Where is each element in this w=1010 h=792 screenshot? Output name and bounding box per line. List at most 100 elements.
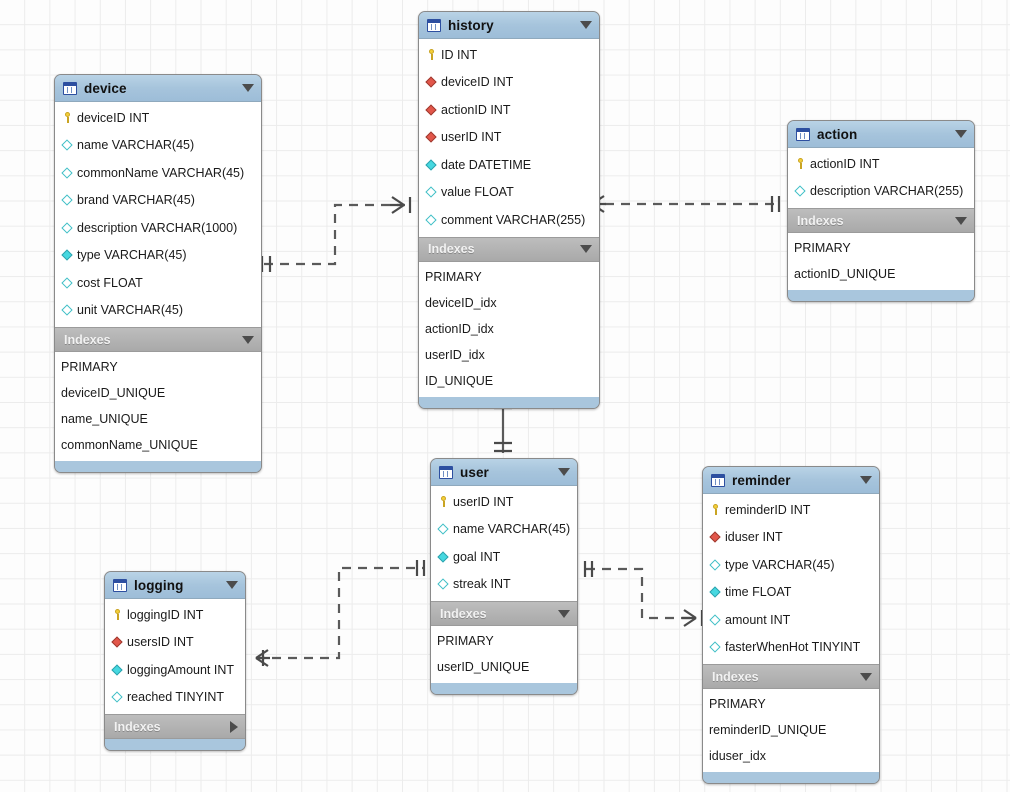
table-header-device[interactable]: device (55, 75, 261, 102)
chevron-down-icon[interactable] (955, 216, 967, 225)
table-history[interactable]: history ID INT deviceID INT actionID INT… (418, 11, 600, 409)
table-title: user (460, 464, 489, 480)
column-row[interactable]: value FLOAT (419, 179, 599, 207)
chevron-right-icon[interactable] (230, 720, 238, 733)
column-label: description VARCHAR(1000) (77, 220, 238, 235)
index-row[interactable]: deviceID_UNIQUE (55, 380, 261, 406)
column-row[interactable]: iduser INT (703, 524, 879, 552)
column-row[interactable]: userID INT (419, 124, 599, 152)
table-footer (55, 461, 261, 472)
column-row[interactable]: name VARCHAR(45) (431, 516, 577, 544)
column-label: deviceID INT (441, 75, 514, 90)
column-diamond-icon (61, 139, 74, 152)
column-row[interactable]: actionID INT (788, 150, 974, 178)
link-device-history (264, 203, 405, 266)
column-label: goal INT (453, 549, 501, 564)
column-row[interactable]: actionID INT (419, 96, 599, 124)
index-row[interactable]: PRIMARY (703, 691, 879, 717)
column-diamond-notnull-icon (709, 586, 722, 599)
index-row[interactable]: reminderID_UNIQUE (703, 717, 879, 743)
index-row[interactable]: ID_UNIQUE (419, 368, 599, 394)
chevron-down-icon[interactable] (242, 335, 254, 344)
column-row[interactable]: reminderID INT (703, 496, 879, 524)
table-title: action (817, 126, 858, 142)
column-row[interactable]: comment VARCHAR(255) (419, 206, 599, 234)
chevron-down-icon[interactable] (226, 581, 238, 589)
chevron-down-icon[interactable] (558, 468, 570, 476)
column-row[interactable]: deviceID INT (55, 104, 261, 132)
column-row[interactable]: type VARCHAR(45) (55, 242, 261, 270)
column-row[interactable]: fasterWhenHot TINYINT (703, 634, 879, 662)
index-row[interactable]: PRIMARY (55, 354, 261, 380)
chevron-down-icon[interactable] (860, 476, 872, 484)
column-row[interactable]: userID INT (431, 488, 577, 516)
column-row[interactable]: brand VARCHAR(45) (55, 187, 261, 215)
table-header-history[interactable]: history (419, 12, 599, 39)
column-diamond-notnull-icon (437, 550, 450, 563)
column-row[interactable]: loggingAmount INT (105, 656, 245, 684)
column-row[interactable]: time FLOAT (703, 579, 879, 607)
column-row[interactable]: ID INT (419, 41, 599, 69)
column-row[interactable]: reached TINYINT (105, 684, 245, 712)
indexes-header-history[interactable]: Indexes (419, 236, 599, 262)
index-list-reminder: PRIMARY reminderID_UNIQUE iduser_idx (703, 689, 879, 772)
column-row[interactable]: description VARCHAR(255) (788, 178, 974, 206)
column-label: actionID INT (441, 102, 511, 117)
column-label: amount INT (725, 612, 791, 627)
indexes-header-logging[interactable]: Indexes (105, 714, 245, 739)
chevron-down-icon[interactable] (558, 609, 570, 618)
table-title: reminder (732, 472, 791, 488)
index-row[interactable]: userID_idx (419, 342, 599, 368)
chevron-down-icon[interactable] (955, 130, 967, 138)
card-many-history-device (390, 196, 405, 214)
indexes-header-user[interactable]: Indexes (431, 601, 577, 626)
table-user[interactable]: user userID INT name VARCHAR(45) goal IN… (430, 458, 578, 695)
index-row[interactable]: actionID_idx (419, 316, 599, 342)
index-row[interactable]: PRIMARY (419, 264, 599, 290)
column-row[interactable]: usersID INT (105, 629, 245, 657)
column-row[interactable]: type VARCHAR(45) (703, 551, 879, 579)
column-row[interactable]: date DATETIME (419, 151, 599, 179)
index-row[interactable]: deviceID_idx (419, 290, 599, 316)
column-row[interactable]: goal INT (431, 543, 577, 571)
chevron-down-icon[interactable] (242, 84, 254, 92)
column-label: reached TINYINT (127, 690, 225, 705)
index-list-device: PRIMARY deviceID_UNIQUE name_UNIQUE comm… (55, 352, 261, 461)
table-logging[interactable]: logging loggingID INT usersID INT loggin… (104, 571, 246, 751)
index-row[interactable]: userID_UNIQUE (431, 654, 577, 680)
chevron-down-icon[interactable] (580, 245, 592, 253)
index-row[interactable]: PRIMARY (431, 628, 577, 654)
table-header-action[interactable]: action (788, 121, 974, 148)
table-header-reminder[interactable]: reminder (703, 467, 879, 494)
index-row[interactable]: actionID_UNIQUE (788, 261, 974, 287)
table-header-user[interactable]: user (431, 459, 577, 486)
column-row[interactable]: loggingID INT (105, 601, 245, 629)
column-diamond-icon (61, 194, 74, 207)
index-row[interactable]: commonName_UNIQUE (55, 432, 261, 458)
column-row[interactable]: deviceID INT (419, 69, 599, 97)
indexes-header-device[interactable]: Indexes (55, 327, 261, 352)
indexes-header-reminder[interactable]: Indexes (703, 664, 879, 689)
column-row[interactable]: unit VARCHAR(45) (55, 297, 261, 325)
column-list-user: userID INT name VARCHAR(45) goal INT str… (431, 486, 577, 601)
table-reminder[interactable]: reminder reminderID INT iduser INT type … (702, 466, 880, 784)
table-device[interactable]: device deviceID INT name VARCHAR(45) com… (54, 74, 262, 473)
eer-diagram-canvas[interactable]: device deviceID INT name VARCHAR(45) com… (0, 0, 1010, 792)
column-row[interactable]: name VARCHAR(45) (55, 132, 261, 160)
column-row[interactable]: cost FLOAT (55, 269, 261, 297)
card-many-logging (255, 649, 270, 667)
column-label: name VARCHAR(45) (77, 138, 195, 153)
table-action[interactable]: action actionID INT description VARCHAR(… (787, 120, 975, 302)
column-row[interactable]: streak INT (431, 571, 577, 599)
indexes-header-action[interactable]: Indexes (788, 208, 974, 233)
index-row[interactable]: iduser_idx (703, 743, 879, 769)
chevron-down-icon[interactable] (860, 672, 872, 681)
column-row[interactable]: description VARCHAR(1000) (55, 214, 261, 242)
column-label: userID INT (441, 130, 502, 145)
column-row[interactable]: commonName VARCHAR(45) (55, 159, 261, 187)
index-row[interactable]: PRIMARY (788, 235, 974, 261)
table-header-logging[interactable]: logging (105, 572, 245, 599)
index-row[interactable]: name_UNIQUE (55, 406, 261, 432)
chevron-down-icon[interactable] (580, 21, 592, 29)
column-row[interactable]: amount INT (703, 606, 879, 634)
